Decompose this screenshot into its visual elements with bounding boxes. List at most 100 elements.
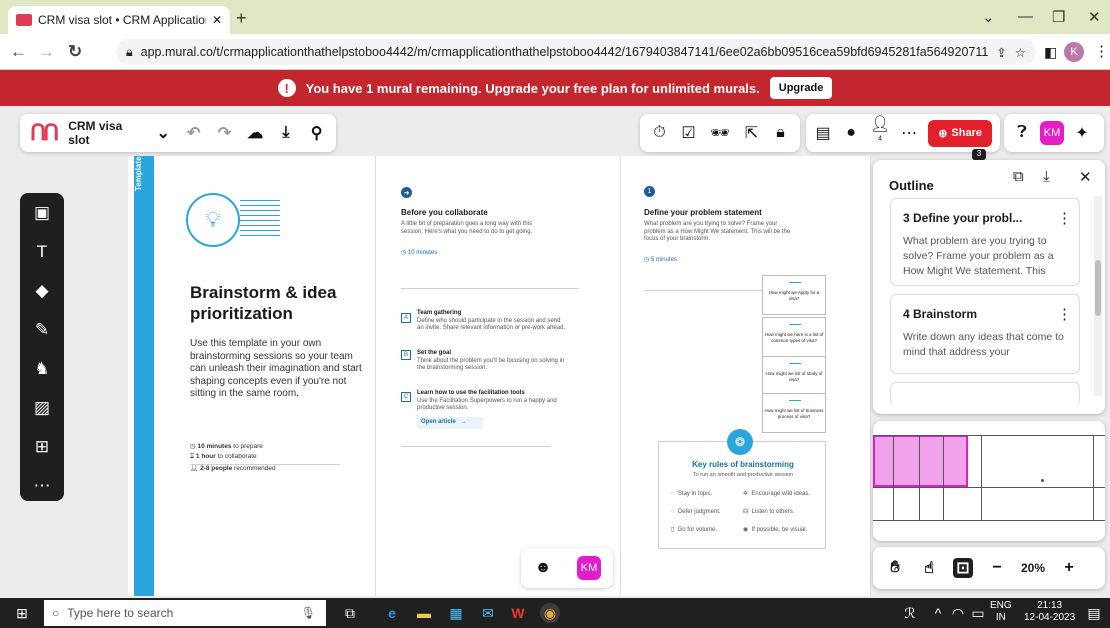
rule-item: ◉ If possible, be visual. [743,527,808,533]
meta-bold: 2-8 people [200,465,233,472]
sparkle-icon[interactable]: ✦ [1072,123,1092,143]
tab-title: CRM visa slot • CRM Application [38,13,206,27]
new-tab-button[interactable]: + [236,8,247,29]
bookmark-star-icon[interactable]: ☆ [1015,45,1026,60]
wps-office-icon[interactable]: W [508,603,528,623]
meta-rest: recommended [232,465,276,472]
brainstorm-rules-card[interactable]: Key rules of brainstorming To run an smo… [658,441,826,549]
windows-start-icon[interactable]: ⊞ [12,603,32,623]
back-arrow-icon[interactable]: ← [10,42,27,62]
meta-rest: to collaborate [215,453,257,460]
user-avatar[interactable]: KM [1040,121,1064,145]
emoji-icon[interactable]: ☻ [533,559,553,577]
help-icon[interactable]: ❓︎ [1012,124,1032,142]
mural-logo-icon[interactable]: ՈՈ [30,120,59,146]
task-view-icon[interactable]: ⧉ [340,603,360,623]
search-icon[interactable]: ⚲ [307,123,326,143]
card-menu-icon[interactable]: ⋮ [1057,209,1072,227]
forward-arrow-icon[interactable]: → [38,42,55,62]
sticky-note-icon[interactable]: ▣ [32,203,52,223]
draw-icon[interactable]: ✎ [32,320,52,340]
people-icon[interactable]: ℛ [900,603,920,623]
outline-card[interactable]: 3 Define your probl... What problem are … [890,198,1080,286]
outline-card-head: 3 Define your probl... [903,211,1023,225]
tab-search-icon[interactable]: ⌄ [982,8,995,26]
upgrade-button[interactable]: Upgrade [769,77,833,99]
timer-icon[interactable]: ⏱︎ [652,124,667,142]
sticky-note[interactable]: How might we here is a list of common ty… [762,317,826,357]
hand-icon[interactable]: ✋︎ [885,559,905,577]
close-window-icon[interactable]: ✕ [1088,8,1101,26]
outline-scroll-thumb[interactable] [1095,260,1101,316]
more-menu-icon[interactable]: ⋮ [1094,42,1109,60]
more-icon[interactable]: ⋯ [900,123,918,143]
icons-icon[interactable]: ♞ [32,359,52,379]
meta-collaborate: ⌛︎ 1 hour to collaborate [190,453,257,460]
zoom-in-icon[interactable]: + [1059,559,1079,577]
battery-icon[interactable]: ▭ [968,603,988,623]
minimap[interactable] [873,421,1105,541]
download-icon[interactable]: ⤓ [1043,168,1050,185]
sticky-note[interactable]: How might we Apply for a visa? [762,275,826,315]
private-mode-icon[interactable]: 🕶︎ [710,123,730,143]
export-icon[interactable]: ⤓ [277,124,296,142]
rules-subtitle: To run an smooth and productive session [692,472,794,478]
store-icon[interactable]: ▦ [446,603,466,623]
templates-icon[interactable]: ⊞ [32,437,52,457]
time-value: 5 minutes [650,257,677,263]
comments-icon[interactable]: ● [842,124,860,142]
cloud-saved-icon[interactable]: ☁ [246,123,265,143]
rule-text: Listen to others. [751,509,795,515]
share-button[interactable]: ⊕ Share [928,119,992,147]
members-count: 4 [878,135,883,143]
sidepanel-icon[interactable]: ◧ [1044,44,1057,61]
close-tab-icon[interactable]: ✕ [212,13,222,27]
restore-icon[interactable]: ❐ [1052,8,1065,26]
chrome-icon[interactable]: ◉ [540,603,560,623]
outline-card-body: What problem are you trying to solve? Fr… [903,235,1054,277]
outline-card[interactable]: 4 Brainstorm Write down any ideas that c… [890,294,1080,374]
user-avatar[interactable]: KM [577,556,601,580]
zoom-out-icon[interactable]: − [987,559,1007,577]
profile-avatar[interactable]: K [1064,42,1084,62]
url-field[interactable]: 🔒︎ app.mural.co/t/crmapplicationthathelp… [116,39,1036,65]
more-tools-icon[interactable]: ⋯ [32,476,52,496]
chevron-down-icon[interactable]: ⌄ [154,123,173,143]
time-value: 10 minutes [407,250,438,256]
sticky-note[interactable]: How might we list of study of visa? [762,356,826,396]
lock-content-icon[interactable]: 🔒︎ [773,124,788,142]
shapes-icon[interactable]: ◆ [32,281,52,301]
redo-icon[interactable]: ↷ [215,123,234,143]
members-icon[interactable]: 👤︎4 [870,114,890,152]
card-menu-icon[interactable]: ⋮ [1057,305,1072,323]
microphone-icon[interactable]: 🎙︎ [301,606,316,620]
reload-icon[interactable]: ↻ [68,42,82,62]
sticky-note[interactable]: How might we list of business process of… [762,393,826,433]
wifi-icon[interactable]: ◠ [948,603,968,623]
image-icon[interactable]: ▨ [32,398,52,418]
present-icon[interactable]: ⧉ [1013,168,1024,185]
mural-name[interactable]: CRM visa slot [68,119,142,147]
language-indicator[interactable]: ENG IN [990,600,1012,624]
fit-icon[interactable]: ⊡ [953,558,973,578]
notifications-icon[interactable]: ▤ [1084,603,1104,623]
share-page-icon[interactable]: ⇪ [996,45,1006,60]
taskbar-search[interactable]: ○ Type here to search 🎙︎ [44,600,326,626]
browser-tab[interactable]: CRM visa slot • CRM Application ✕ [8,6,230,34]
outline-icon[interactable]: ▤ [814,123,832,143]
clock[interactable]: 21:13 12-04-2023 [1024,600,1075,624]
edge-icon[interactable]: e [382,603,402,623]
summon-icon[interactable]: ⇱ [744,123,759,143]
select-icon[interactable]: ☝︎ [919,558,939,578]
outline-card[interactable] [890,382,1080,406]
tray-arrow-icon[interactable]: ^ [928,603,948,623]
minimize-icon[interactable]: — [1018,8,1033,25]
step-b-icon: B [401,350,411,360]
open-article-button[interactable]: Open article → [417,417,483,429]
text-icon[interactable]: T [32,242,52,262]
file-explorer-icon[interactable]: ▬ [414,603,434,623]
undo-icon[interactable]: ↶ [185,123,204,143]
voting-icon[interactable]: ☑ [681,123,696,143]
close-panel-icon[interactable]: ✕ [1079,168,1092,186]
mail-icon[interactable]: ✉ [478,603,498,623]
